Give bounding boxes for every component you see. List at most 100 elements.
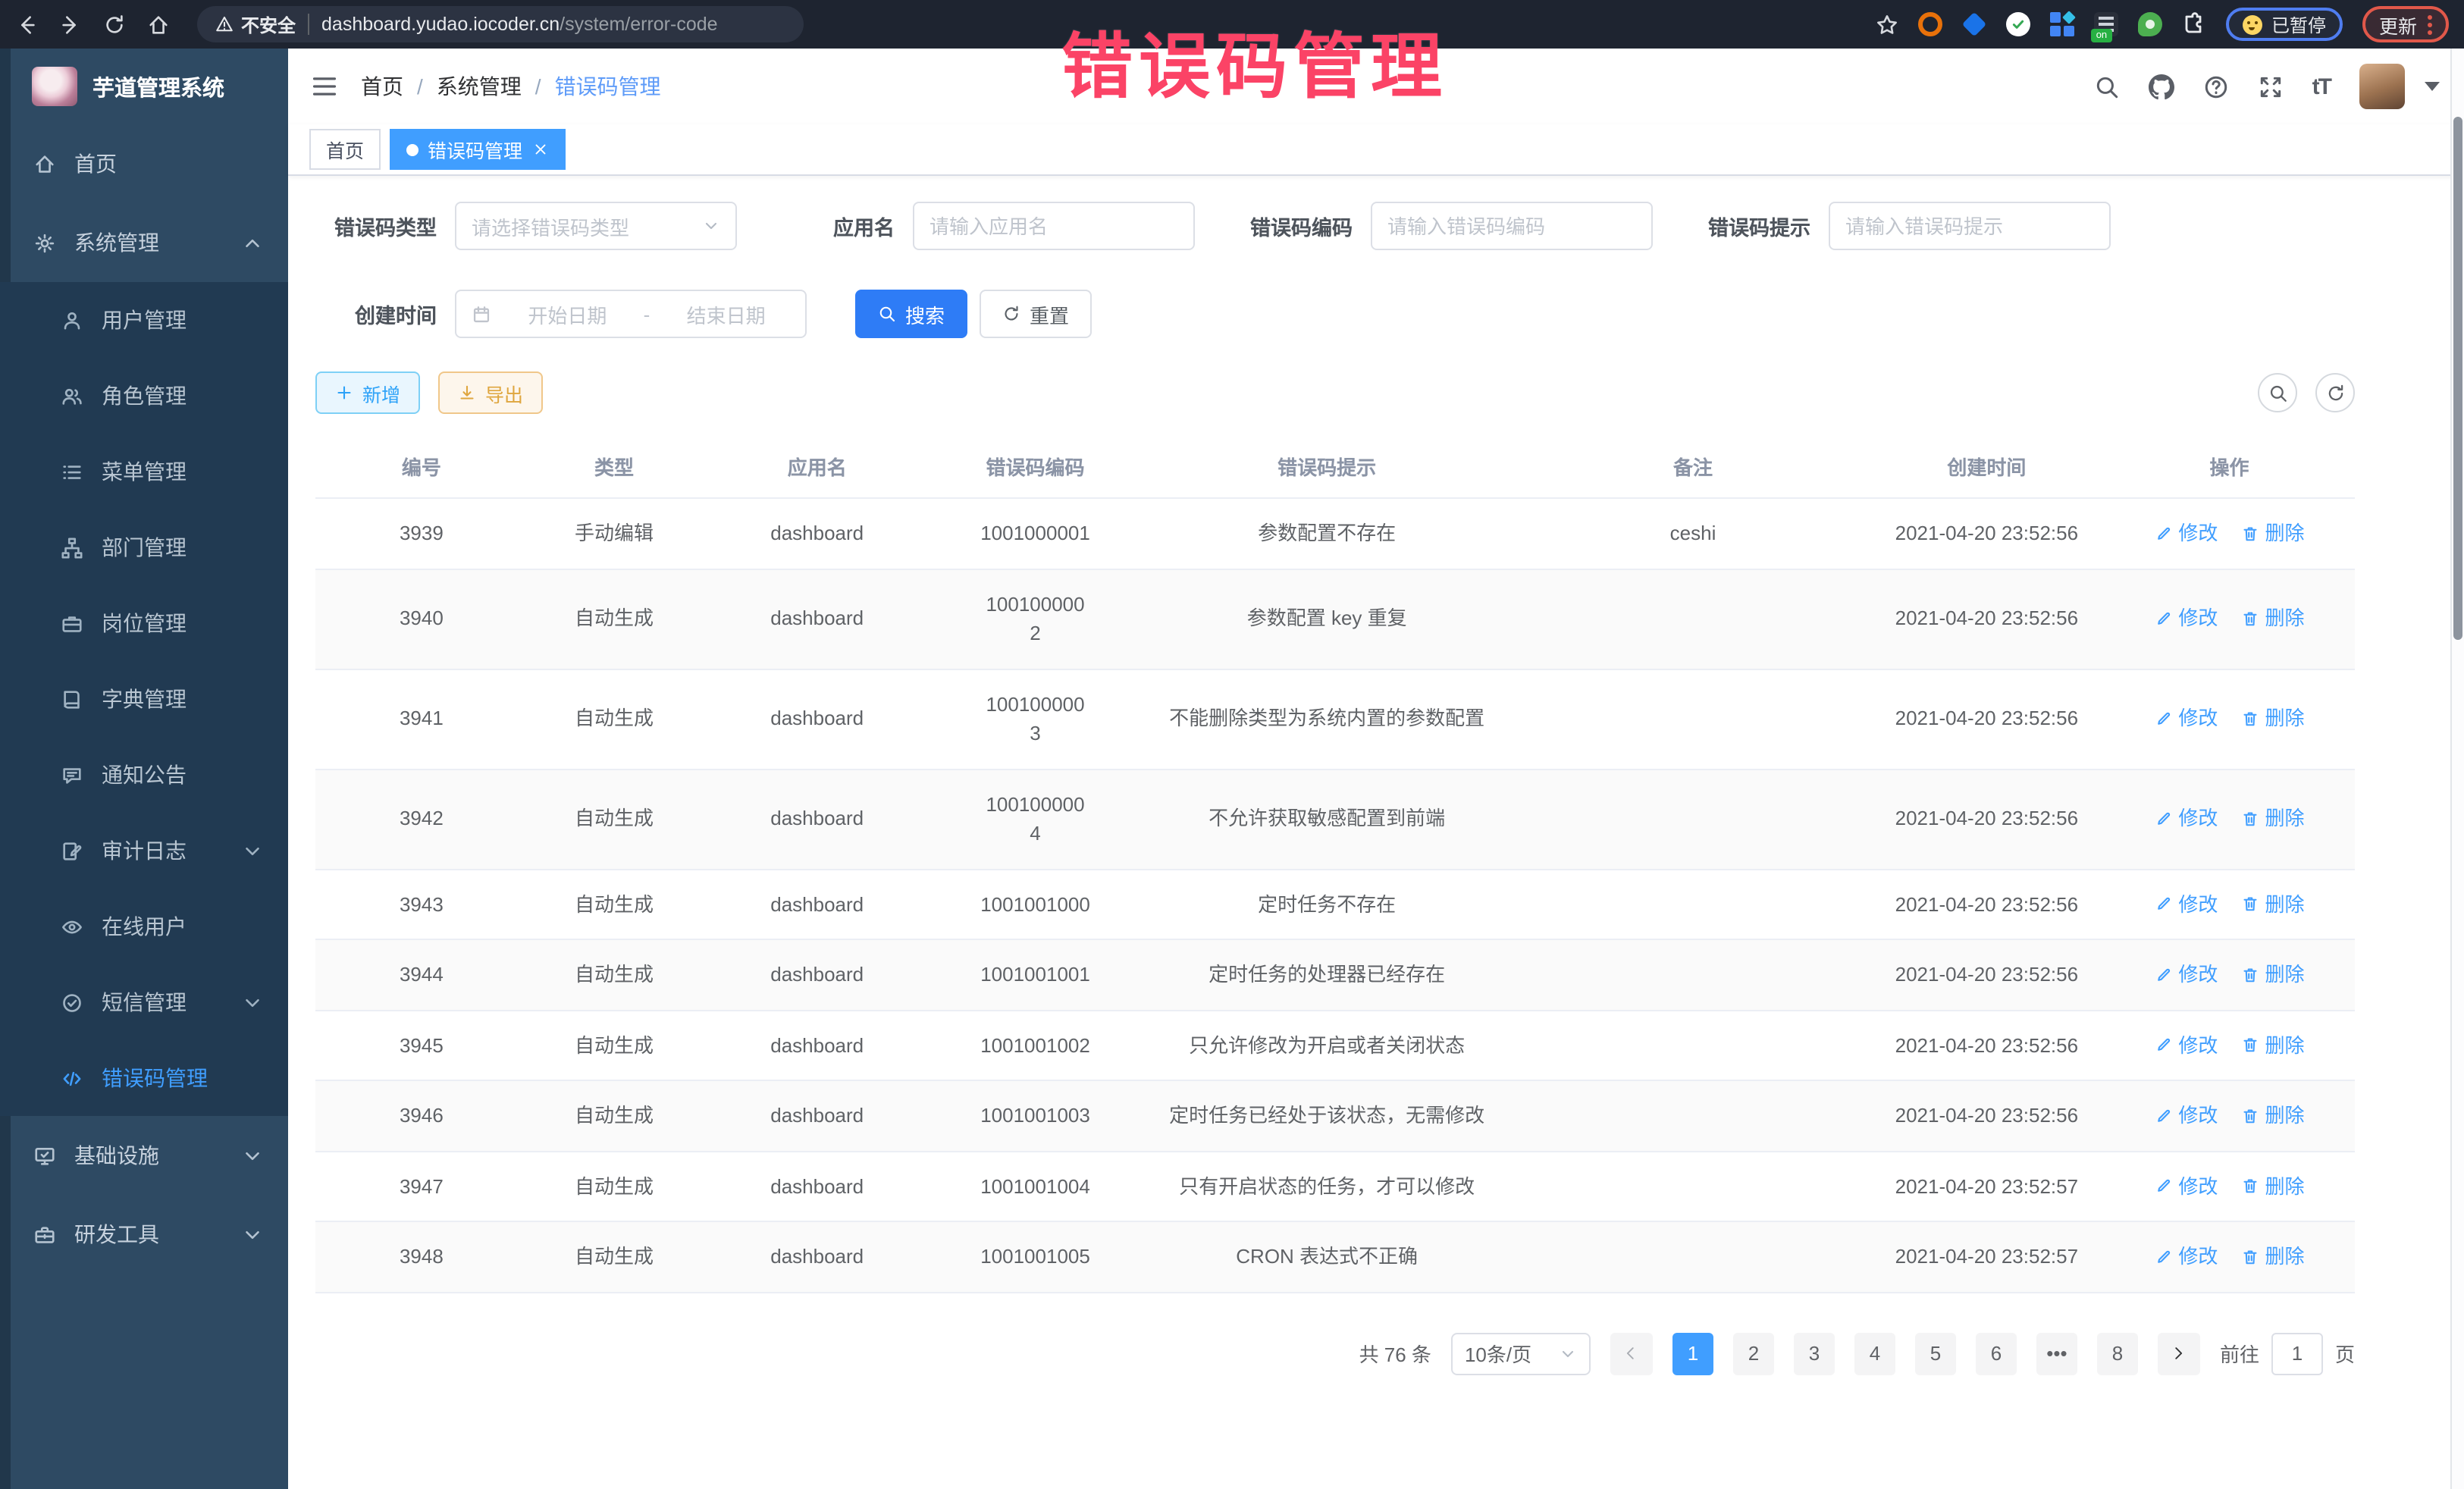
sidebar-item-error-code[interactable]: 错误码管理 [0, 1040, 288, 1116]
font-size-icon[interactable]: tT [2312, 74, 2331, 99]
browser-menu-icon[interactable] [2428, 14, 2432, 34]
edit-link[interactable]: 修改 [2154, 804, 2218, 834]
page-button[interactable]: 8 [2097, 1332, 2138, 1375]
error-hint-field[interactable] [1829, 202, 2111, 250]
edit-link[interactable]: 修改 [2154, 889, 2218, 919]
reload-icon[interactable] [103, 13, 126, 36]
search-icon[interactable] [2094, 74, 2120, 99]
page-button[interactable]: ••• [2036, 1332, 2077, 1375]
refresh-table-button[interactable] [2315, 373, 2355, 412]
delete-link[interactable]: 删除 [2240, 1242, 2304, 1271]
edit-link[interactable]: 修改 [2154, 1101, 2218, 1130]
security-chip[interactable]: 不安全 [215, 11, 296, 37]
cell-app: dashboard [701, 585, 933, 654]
delete-link[interactable]: 删除 [2240, 804, 2304, 834]
help-icon[interactable] [2203, 74, 2229, 99]
sidebar-item-online-users[interactable]: 在线用户 [0, 889, 288, 964]
page-button[interactable]: 5 [1915, 1332, 1956, 1375]
show-search-button[interactable] [2258, 373, 2297, 412]
extension-icon[interactable]: on [2094, 12, 2118, 36]
github-icon[interactable] [2149, 74, 2174, 99]
search-button[interactable]: 搜索 [855, 290, 967, 338]
page-button[interactable]: 6 [1976, 1332, 2017, 1375]
app-logo[interactable]: 芋道管理系统 [0, 49, 288, 124]
back-icon[interactable] [15, 13, 38, 36]
bookmark-star-icon[interactable] [1876, 13, 1898, 36]
date-range-picker[interactable]: 开始日期 - 结束日期 [455, 290, 807, 338]
error-code-input[interactable] [1387, 215, 1636, 237]
edit-link[interactable]: 修改 [2154, 960, 2218, 989]
extension-icon[interactable] [1962, 12, 1987, 37]
tab-error-code[interactable]: 错误码管理 [390, 129, 565, 170]
delete-link[interactable]: 删除 [2240, 1171, 2304, 1201]
edit-link[interactable]: 修改 [2154, 1030, 2218, 1060]
delete-link[interactable]: 删除 [2240, 704, 2304, 734]
sidebar-item-infrastructure[interactable]: 基础设施 [0, 1116, 288, 1195]
app-name-input[interactable] [929, 215, 1178, 237]
sidebar-item-label: 角色管理 [102, 381, 187, 411]
extension-paused-chip[interactable]: 已暂停 [2226, 8, 2343, 41]
next-page-button[interactable] [2158, 1332, 2200, 1375]
edit-link[interactable]: 修改 [2154, 519, 2218, 548]
browser-update-button[interactable]: 更新 [2362, 6, 2449, 42]
sidebar-item-notices[interactable]: 通知公告 [0, 737, 288, 813]
breadcrumb-home[interactable]: 首页 [361, 71, 403, 102]
delete-link[interactable]: 删除 [2240, 519, 2304, 548]
page-button[interactable]: 1 [1672, 1332, 1713, 1375]
edit-link[interactable]: 修改 [2154, 1242, 2218, 1271]
sidebar-item-dictionary[interactable]: 字典管理 [0, 661, 288, 737]
page-button[interactable]: 4 [1854, 1332, 1895, 1375]
app-navbar: 首页 / 系统管理 / 错误码管理 tT [288, 49, 2464, 124]
add-button[interactable]: 新增 [315, 371, 420, 414]
delete-link[interactable]: 删除 [2240, 960, 2304, 989]
address-bar[interactable]: 不安全 dashboard.yudao.iocoder.cn/system/er… [197, 6, 804, 42]
app-name-field[interactable] [913, 202, 1195, 250]
edit-link[interactable]: 修改 [2154, 1171, 2218, 1201]
sidebar-item-label: 部门管理 [102, 532, 187, 563]
breadcrumb-system[interactable]: 系统管理 [437, 71, 522, 102]
sidebar-item-system[interactable]: 系统管理 [0, 203, 288, 282]
sidebar-item-positions[interactable]: 岗位管理 [0, 585, 288, 661]
goto-page-input[interactable] [2271, 1332, 2323, 1375]
delete-link[interactable]: 删除 [2240, 1030, 2304, 1060]
error-type-select[interactable]: 请选择错误码类型 [455, 202, 737, 250]
cell-code: 1001001003 [933, 1081, 1137, 1150]
home-browser-icon[interactable] [147, 13, 170, 36]
hamburger-icon[interactable] [311, 73, 338, 100]
error-code-field[interactable] [1371, 202, 1653, 250]
sidebar-item-roles[interactable]: 角色管理 [0, 358, 288, 434]
extension-icon[interactable] [2050, 12, 2074, 36]
sidebar-item-sms[interactable]: 短信管理 [0, 964, 288, 1040]
sidebar-item-departments[interactable]: 部门管理 [0, 509, 288, 585]
tab-home[interactable]: 首页 [309, 129, 381, 170]
breadcrumb: 首页 / 系统管理 / 错误码管理 [361, 71, 661, 102]
delete-link[interactable]: 删除 [2240, 1101, 2304, 1130]
extension-icon[interactable] [2138, 12, 2162, 36]
fullscreen-icon[interactable] [2258, 74, 2284, 99]
sidebar-item-menus[interactable]: 菜单管理 [0, 434, 288, 509]
page-size-select[interactable]: 10条/页 [1451, 1332, 1591, 1375]
edit-link[interactable]: 修改 [2154, 704, 2218, 734]
sidebar-item-home[interactable]: 首页 [0, 124, 288, 203]
export-button[interactable]: 导出 [438, 371, 543, 414]
edit-link[interactable]: 修改 [2154, 604, 2218, 634]
reset-button[interactable]: 重置 [980, 290, 1092, 338]
forward-icon[interactable] [59, 13, 82, 36]
sidebar-item-audit-log[interactable]: 审计日志 [0, 813, 288, 889]
prev-page-button[interactable] [1610, 1332, 1653, 1375]
extension-icon[interactable] [1918, 12, 1942, 36]
puzzle-extensions-icon[interactable] [2182, 12, 2206, 36]
page-button[interactable]: 3 [1794, 1332, 1835, 1375]
extension-icon[interactable] [2006, 12, 2030, 36]
close-icon[interactable] [531, 141, 548, 158]
pencil-icon [2154, 1107, 2172, 1125]
page-button[interactable]: 2 [1733, 1332, 1774, 1375]
sidebar-item-users[interactable]: 用户管理 [0, 282, 288, 358]
sidebar-item-dev-tools[interactable]: 研发工具 [0, 1195, 288, 1274]
chevron-down-icon[interactable] [2425, 82, 2440, 91]
delete-link[interactable]: 删除 [2240, 889, 2304, 919]
error-hint-input[interactable] [1845, 215, 2094, 237]
delete-link[interactable]: 删除 [2240, 604, 2304, 634]
scrollbar-thumb[interactable] [2453, 117, 2462, 640]
avatar[interactable] [2359, 64, 2405, 109]
